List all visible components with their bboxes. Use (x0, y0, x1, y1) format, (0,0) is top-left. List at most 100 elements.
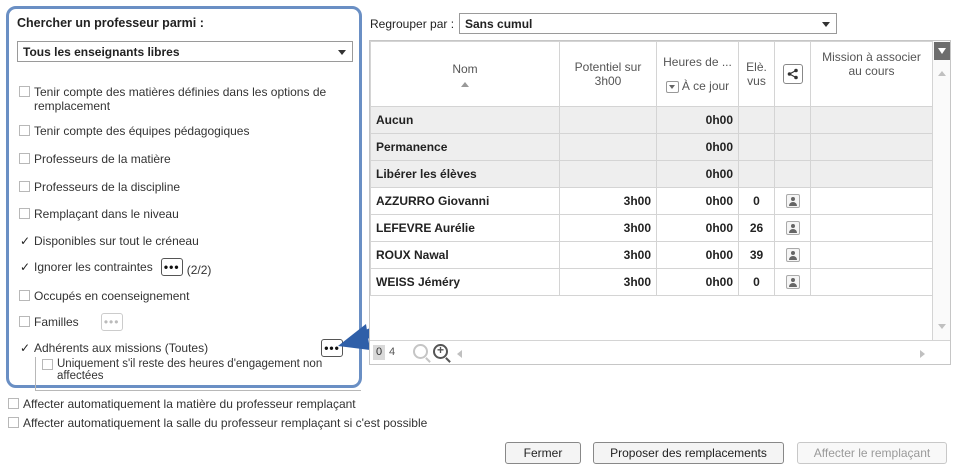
scroll-left-icon[interactable] (457, 350, 462, 358)
mission-cell[interactable] (810, 241, 933, 269)
name-cell: ROUX Nawal (370, 241, 560, 269)
profile-cell (774, 241, 811, 269)
option-label: Remplaçant dans le niveau (34, 207, 179, 221)
scroll-right-icon[interactable] (920, 350, 925, 358)
zoom-in-icon[interactable]: + (433, 343, 448, 359)
checkbox[interactable] (8, 398, 19, 409)
option-label: Familles (34, 315, 79, 329)
checkbox[interactable] (19, 290, 30, 301)
option-ignorer-contraintes[interactable]: Ignorer les contraintes ••• (2/2) (19, 258, 211, 277)
mission-cell[interactable] (810, 133, 933, 161)
option-label: Ignorer les contraintes (34, 260, 153, 274)
teacher-card-icon[interactable] (785, 275, 800, 290)
option-equipes-pedagogiques[interactable]: Tenir compte des équipes pédagogiques (19, 124, 249, 138)
potentiel-cell (559, 160, 657, 188)
option-professeurs-matiere[interactable]: Professeurs de la matière (19, 152, 171, 166)
heures-cell: 0h00 (656, 133, 739, 161)
potentiel-cell: 3h00 (559, 241, 657, 269)
checkbox-checked[interactable] (19, 260, 30, 274)
column-menu-icon[interactable] (934, 42, 950, 60)
eleves-cell: 39 (738, 241, 775, 269)
teacher-card-icon[interactable] (785, 221, 800, 236)
filter-dropdown-icon[interactable] (665, 80, 679, 93)
checkbox[interactable] (19, 86, 30, 97)
teacher-pool-select[interactable]: Tous les enseignants libres (17, 41, 353, 62)
group-by-value: Sans cumul (465, 17, 533, 31)
column-subtitle: À ce jour (681, 79, 730, 93)
option-remplacant-niveau[interactable]: Remplaçant dans le niveau (19, 207, 179, 221)
option-label: Tenir compte des équipes pédagogiques (34, 124, 250, 138)
checkbox[interactable] (19, 125, 30, 136)
share-icon[interactable] (782, 64, 803, 84)
table-row[interactable]: ROUX Nawal 3h00 0h00 39 (370, 241, 933, 269)
column-header-potentiel[interactable]: Potentiel sur 3h00 (559, 41, 657, 107)
checkbox-checked[interactable] (19, 234, 30, 248)
option-label: Tenir compte des matières définies dans … (34, 85, 327, 113)
vertical-scrollbar[interactable] (932, 41, 950, 341)
selected-count: 0 (373, 345, 385, 360)
option-occupes-coenseignement[interactable]: Occupés en coenseignement (19, 289, 189, 303)
auto-assign-subject-option[interactable]: Affecter automatiquement la matière du p… (8, 397, 356, 411)
option-disponibles-creneau[interactable]: Disponibles sur tout le créneau (19, 234, 199, 248)
panel-title: Chercher un professeur parmi : (17, 16, 204, 30)
mission-cell[interactable] (810, 268, 933, 296)
mission-cell[interactable] (810, 187, 933, 215)
checkbox[interactable] (19, 181, 30, 192)
option-label: Adhérents aux missions (Toutes) (34, 341, 209, 355)
zoom-out-icon[interactable] (413, 344, 428, 359)
potentiel-cell: 3h00 (559, 214, 657, 242)
scroll-up-icon[interactable] (938, 71, 946, 76)
table-row[interactable]: LEFEVRE Aurélie 3h00 0h00 26 (370, 214, 933, 242)
sort-ascending-icon (461, 81, 469, 87)
option-heures-engagement[interactable]: Uniquement s'il reste des heures d'engag… (42, 358, 354, 382)
mission-cell[interactable] (810, 106, 933, 134)
option-adherents-missions[interactable]: Adhérents aux missions (Toutes) (19, 341, 208, 355)
group-by-select[interactable]: Sans cumul (459, 13, 837, 34)
option-professeurs-discipline[interactable]: Professeurs de la discipline (19, 180, 180, 194)
scroll-down-icon[interactable] (938, 324, 946, 329)
table-row[interactable]: Libérer les élèves 0h00 (370, 160, 933, 188)
column-header-mission[interactable]: Mission à associer au cours (810, 41, 933, 107)
table-row[interactable]: Aucun 0h00 (370, 106, 933, 134)
table-row[interactable]: WEISS Jéméry 3h00 0h00 0 (370, 268, 933, 296)
column-header-eleves[interactable]: Elè. vus (738, 41, 775, 107)
eleves-cell: 0 (738, 187, 775, 215)
checkbox[interactable] (19, 316, 30, 327)
checkbox[interactable] (42, 359, 53, 370)
teacher-card-icon[interactable] (785, 248, 800, 263)
teacher-table: Nom Potentiel sur 3h00 Heures de ... À c… (370, 41, 933, 296)
teacher-card-icon[interactable] (785, 194, 800, 209)
mission-cell[interactable] (810, 160, 933, 188)
option-matieres-remplacement[interactable]: Tenir compte des matières définies dans … (19, 85, 349, 113)
potentiel-cell (559, 133, 657, 161)
column-header-share[interactable] (774, 41, 811, 107)
constraints-more-button[interactable]: ••• (160, 258, 183, 276)
column-header-heures[interactable]: Heures de ... À ce jour (656, 41, 739, 107)
column-header-nom[interactable]: Nom (370, 41, 560, 107)
eleves-cell: 26 (738, 214, 775, 242)
option-label: Uniquement s'il reste des heures d'engag… (57, 358, 323, 382)
heures-cell: 0h00 (656, 106, 739, 134)
search-criteria-panel: Chercher un professeur parmi : Tous les … (6, 6, 362, 391)
eleves-cell (738, 106, 775, 134)
heures-cell: 0h00 (656, 160, 739, 188)
checkbox[interactable] (8, 417, 19, 428)
assign-replacement-button[interactable]: Affecter le remplaçant (797, 442, 947, 464)
table-row[interactable]: Permanence 0h00 (370, 133, 933, 161)
auto-assign-room-option[interactable]: Affecter automatiquement la salle du pro… (8, 416, 427, 430)
checkbox-checked[interactable] (19, 341, 30, 355)
mission-cell[interactable] (810, 214, 933, 242)
families-more-button: ••• (100, 313, 123, 331)
name-cell: WEISS Jéméry (370, 268, 560, 296)
total-count: 4 (389, 346, 396, 358)
table-row[interactable]: AZZURRO Giovanni 3h00 0h00 0 (370, 187, 933, 215)
column-title: Mission à associer au cours (822, 50, 921, 78)
option-familles[interactable]: Familles ••• (19, 313, 123, 331)
propose-replacements-button[interactable]: Proposer des remplacements (593, 442, 784, 464)
checkbox[interactable] (19, 208, 30, 219)
table-header-row: Nom Potentiel sur 3h00 Heures de ... À c… (370, 41, 933, 107)
heures-cell: 0h00 (656, 241, 739, 269)
close-button[interactable]: Fermer (505, 442, 581, 464)
checkbox[interactable] (19, 153, 30, 164)
potentiel-cell (559, 106, 657, 134)
